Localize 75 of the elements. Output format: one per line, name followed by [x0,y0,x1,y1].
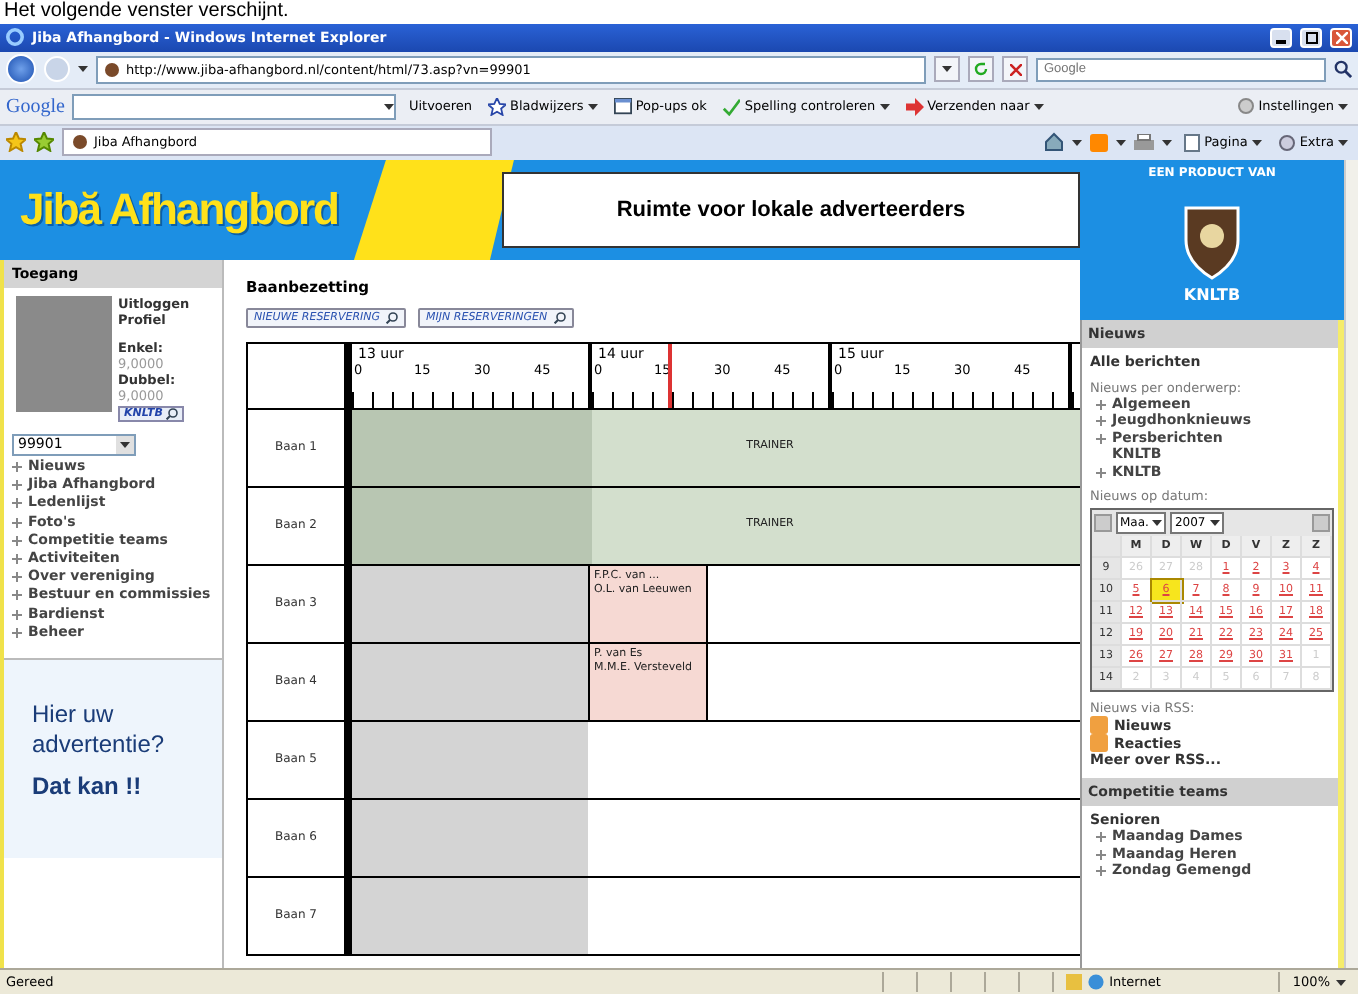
settings-icon [1238,98,1255,115]
magnifier-icon [166,407,179,420]
caret-icon [1152,520,1163,527]
caret-icon [1338,103,1348,110]
stop-button[interactable] [1002,56,1028,83]
plus-icon [12,535,22,546]
caret-icon [1336,979,1346,986]
ad-banner[interactable]: Ruimte voor lokale adverteerders [501,171,1080,248]
crest-icon[interactable] [1182,203,1242,280]
current-time-line [668,343,672,408]
plus-icon [12,572,22,583]
plus-icon [12,609,22,620]
plus-icon [12,517,22,528]
print-icon[interactable] [1134,133,1155,152]
calendar-header-cell [1092,536,1122,559]
magnifier-icon [553,311,566,324]
caret-icon [78,66,88,73]
browser-logo-icon [6,28,24,47]
lock-icon [1065,974,1082,991]
advert-title: Hier uw advertentie? [32,700,167,760]
site-icon [104,61,120,78]
advert-subtitle: Dat kan !! [32,772,144,800]
plus-icon [12,590,22,601]
caret-icon [942,66,952,73]
maximize-button[interactable] [1300,27,1322,48]
caption-text: Het volgende venster verschijnt. [2,0,291,24]
caret-icon [1251,139,1262,146]
plus-icon [12,480,22,491]
dropdown-button[interactable] [934,56,960,83]
globe-icon [1087,974,1104,991]
plus-icon [1096,399,1106,410]
plus-icon [12,553,22,564]
caret-icon [1162,139,1173,146]
close-button[interactable] [1330,27,1352,48]
plus-icon [12,461,22,472]
plus-icon [12,498,22,509]
caret-icon [1072,139,1083,146]
previous-month-button[interactable] [1094,514,1112,533]
back-button[interactable] [6,54,36,85]
search-icon[interactable] [1334,60,1352,79]
scrollbar[interactable] [1344,159,1358,969]
gear-icon [1277,133,1296,152]
page-icon [1184,133,1201,152]
caret-icon [120,441,130,448]
refresh-icon [974,62,988,77]
minimize-button[interactable] [1270,27,1292,48]
home-icon[interactable] [1044,132,1065,153]
stop-icon [1009,63,1021,76]
magnifier-icon [386,311,399,324]
maximize-icon [1305,31,1317,44]
arrow-icon [905,97,924,116]
star-icon [488,97,507,116]
caret-icon [1116,139,1127,146]
toolbar-logo: Google [6,95,65,118]
advert-panel[interactable]: Hier uw advertentie? Dat kan !! [4,658,222,858]
caret-icon [1209,520,1220,527]
next-month-button[interactable] [1312,514,1330,533]
caret-icon [384,103,395,110]
site-icon [72,134,88,151]
spellcheck-icon [722,97,741,116]
plus-icon [1096,832,1106,843]
plus-icon [1096,849,1106,860]
toolbar-search-field[interactable] [72,93,397,120]
plus-icon [1096,433,1106,444]
caret-icon [1338,139,1348,146]
photo-placeholder [16,295,112,412]
plus-icon [1096,467,1106,478]
plus-icon [1096,866,1106,877]
add-favorites-icon[interactable] [34,132,54,153]
window-icon [613,97,632,116]
close-icon [1335,31,1347,44]
plus-icon [1096,416,1106,427]
plus-icon [12,627,22,638]
brand-name: KNLTB [1183,285,1241,304]
favorites-star-icon[interactable] [6,132,26,153]
